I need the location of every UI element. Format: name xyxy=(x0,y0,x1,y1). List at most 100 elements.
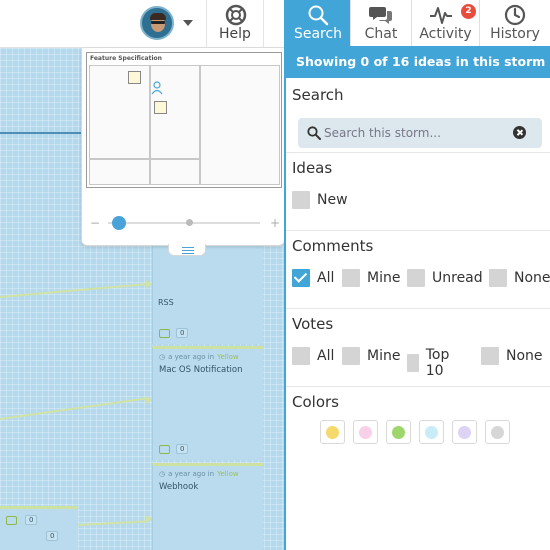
tab-label: Activity xyxy=(419,26,472,42)
color-swatch-blue[interactable] xyxy=(419,420,444,444)
checkbox-checked[interactable] xyxy=(292,269,310,287)
color-swatch-gray[interactable] xyxy=(485,420,510,444)
zoom-track[interactable] xyxy=(108,222,260,224)
color-dot xyxy=(425,426,438,439)
filter-votes-none[interactable]: None xyxy=(481,347,543,365)
idea-card[interactable]: ◷ a year ago in Yellow Webhook xyxy=(152,463,263,550)
clock-icon: ◷ xyxy=(159,470,166,478)
color-dot xyxy=(326,426,339,439)
color-swatch-pink[interactable] xyxy=(353,420,378,444)
menu-icon-line xyxy=(182,247,194,248)
comment-count: 0 xyxy=(176,328,189,338)
zoom-in-icon[interactable]: + xyxy=(270,216,280,230)
results-status: Showing 0 of 16 ideas in this storm xyxy=(286,46,550,78)
idea-card[interactable]: ◷ a year ago in Yellow Mac OS Notificati… xyxy=(152,346,263,460)
menu-icon-line xyxy=(182,250,194,251)
zoom-out-icon[interactable]: − xyxy=(90,216,100,230)
idea-time: a year ago in xyxy=(168,470,215,478)
tab-label: Chat xyxy=(364,26,398,42)
search-input[interactable] xyxy=(324,118,504,148)
tab-chat[interactable]: Chat xyxy=(351,0,412,46)
overview-minimap[interactable]: Feature Specification − + xyxy=(81,48,285,246)
checkbox-label: All xyxy=(317,270,335,286)
minimap-column xyxy=(200,65,280,185)
comment-icon[interactable] xyxy=(6,515,17,525)
filter-ideas-new[interactable]: New xyxy=(292,191,348,209)
idea-card-footer: 0 xyxy=(159,444,189,454)
checkbox[interactable] xyxy=(342,347,360,365)
filter-comments-none[interactable]: None xyxy=(489,269,550,287)
clear-icon[interactable] xyxy=(513,126,526,139)
checkbox-label: None xyxy=(514,270,550,286)
minimap-toggle-handle[interactable] xyxy=(168,244,206,256)
comment-count: 0 xyxy=(176,444,189,454)
checkbox-label: Mine xyxy=(367,270,401,286)
checkbox[interactable] xyxy=(481,347,499,365)
color-dot xyxy=(491,426,504,439)
color-dot xyxy=(458,426,471,439)
checkbox[interactable] xyxy=(292,191,310,209)
tab-search[interactable]: Search xyxy=(286,0,351,46)
section-divider xyxy=(286,152,550,153)
clock-icon: ◷ xyxy=(159,353,166,361)
comment-icon[interactable] xyxy=(159,444,170,454)
color-swatch-yellow[interactable] xyxy=(320,420,345,444)
section-divider xyxy=(286,386,550,387)
section-title-search: Search xyxy=(292,86,344,104)
section-divider xyxy=(286,308,550,309)
search-icon xyxy=(307,126,321,140)
help-button[interactable]: Help xyxy=(206,0,264,48)
idea-card-footer: 0 xyxy=(6,515,38,525)
menu-icon-line xyxy=(182,253,194,254)
filter-panel: Search Chat 2 Activity History Showing 0… xyxy=(284,0,550,550)
checkbox-label: Mine xyxy=(367,348,401,364)
idea-title: Webhook xyxy=(159,482,199,492)
zoom-control[interactable]: − + xyxy=(90,216,280,230)
idea-card[interactable]: 0 0 xyxy=(0,506,78,550)
filter-comments-all[interactable]: All xyxy=(292,269,334,287)
checkbox-label: New xyxy=(317,192,348,208)
minimap-sticky xyxy=(128,71,141,84)
checkbox-label: Unread xyxy=(432,270,483,286)
minimap-sticky xyxy=(154,101,167,114)
filter-comments-mine[interactable]: Mine xyxy=(342,269,400,287)
clock-icon xyxy=(504,4,526,26)
filter-votes-all[interactable]: All xyxy=(292,347,334,365)
vote-count: 0 xyxy=(46,531,59,541)
filter-votes-mine[interactable]: Mine xyxy=(342,347,400,365)
idea-card-footer: 0 xyxy=(159,328,189,338)
user-avatar[interactable] xyxy=(140,6,174,40)
comment-icon[interactable] xyxy=(159,328,170,338)
tab-activity[interactable]: 2 Activity xyxy=(412,0,480,46)
minimap-document[interactable]: Feature Specification xyxy=(86,52,282,188)
checkbox[interactable] xyxy=(489,269,507,287)
zoom-midpoint xyxy=(186,219,193,226)
connector-line xyxy=(0,283,146,298)
filter-comments-unread[interactable]: Unread xyxy=(407,269,483,287)
zoom-slider-handle[interactable] xyxy=(111,216,126,230)
checkbox[interactable] xyxy=(292,347,310,365)
avatar-hair xyxy=(150,13,166,20)
section-title-votes: Votes xyxy=(292,315,334,333)
checkbox[interactable] xyxy=(407,269,425,287)
checkbox-label: None xyxy=(506,348,543,364)
idea-card-footer: 0 xyxy=(46,531,59,541)
checkbox-label: All xyxy=(317,348,335,364)
minimap-column xyxy=(150,159,200,185)
idea-time: a year ago in xyxy=(168,353,215,361)
checkbox[interactable] xyxy=(342,269,360,287)
search-field[interactable] xyxy=(298,118,542,148)
chevron-down-icon[interactable] xyxy=(183,20,193,26)
lifebuoy-icon xyxy=(225,4,247,26)
tab-history[interactable]: History xyxy=(480,0,550,46)
color-swatch-purple[interactable] xyxy=(452,420,477,444)
color-swatch-green[interactable] xyxy=(386,420,411,444)
comment-count: 0 xyxy=(25,515,38,525)
person-icon xyxy=(151,81,163,95)
top-toolbar: Help xyxy=(0,0,284,48)
checkbox[interactable] xyxy=(407,354,419,372)
activity-icon xyxy=(429,7,452,24)
section-title-ideas: Ideas xyxy=(292,159,333,177)
filter-votes-top-10[interactable]: Top 10 xyxy=(407,347,456,379)
tab-label: Search xyxy=(293,26,343,42)
